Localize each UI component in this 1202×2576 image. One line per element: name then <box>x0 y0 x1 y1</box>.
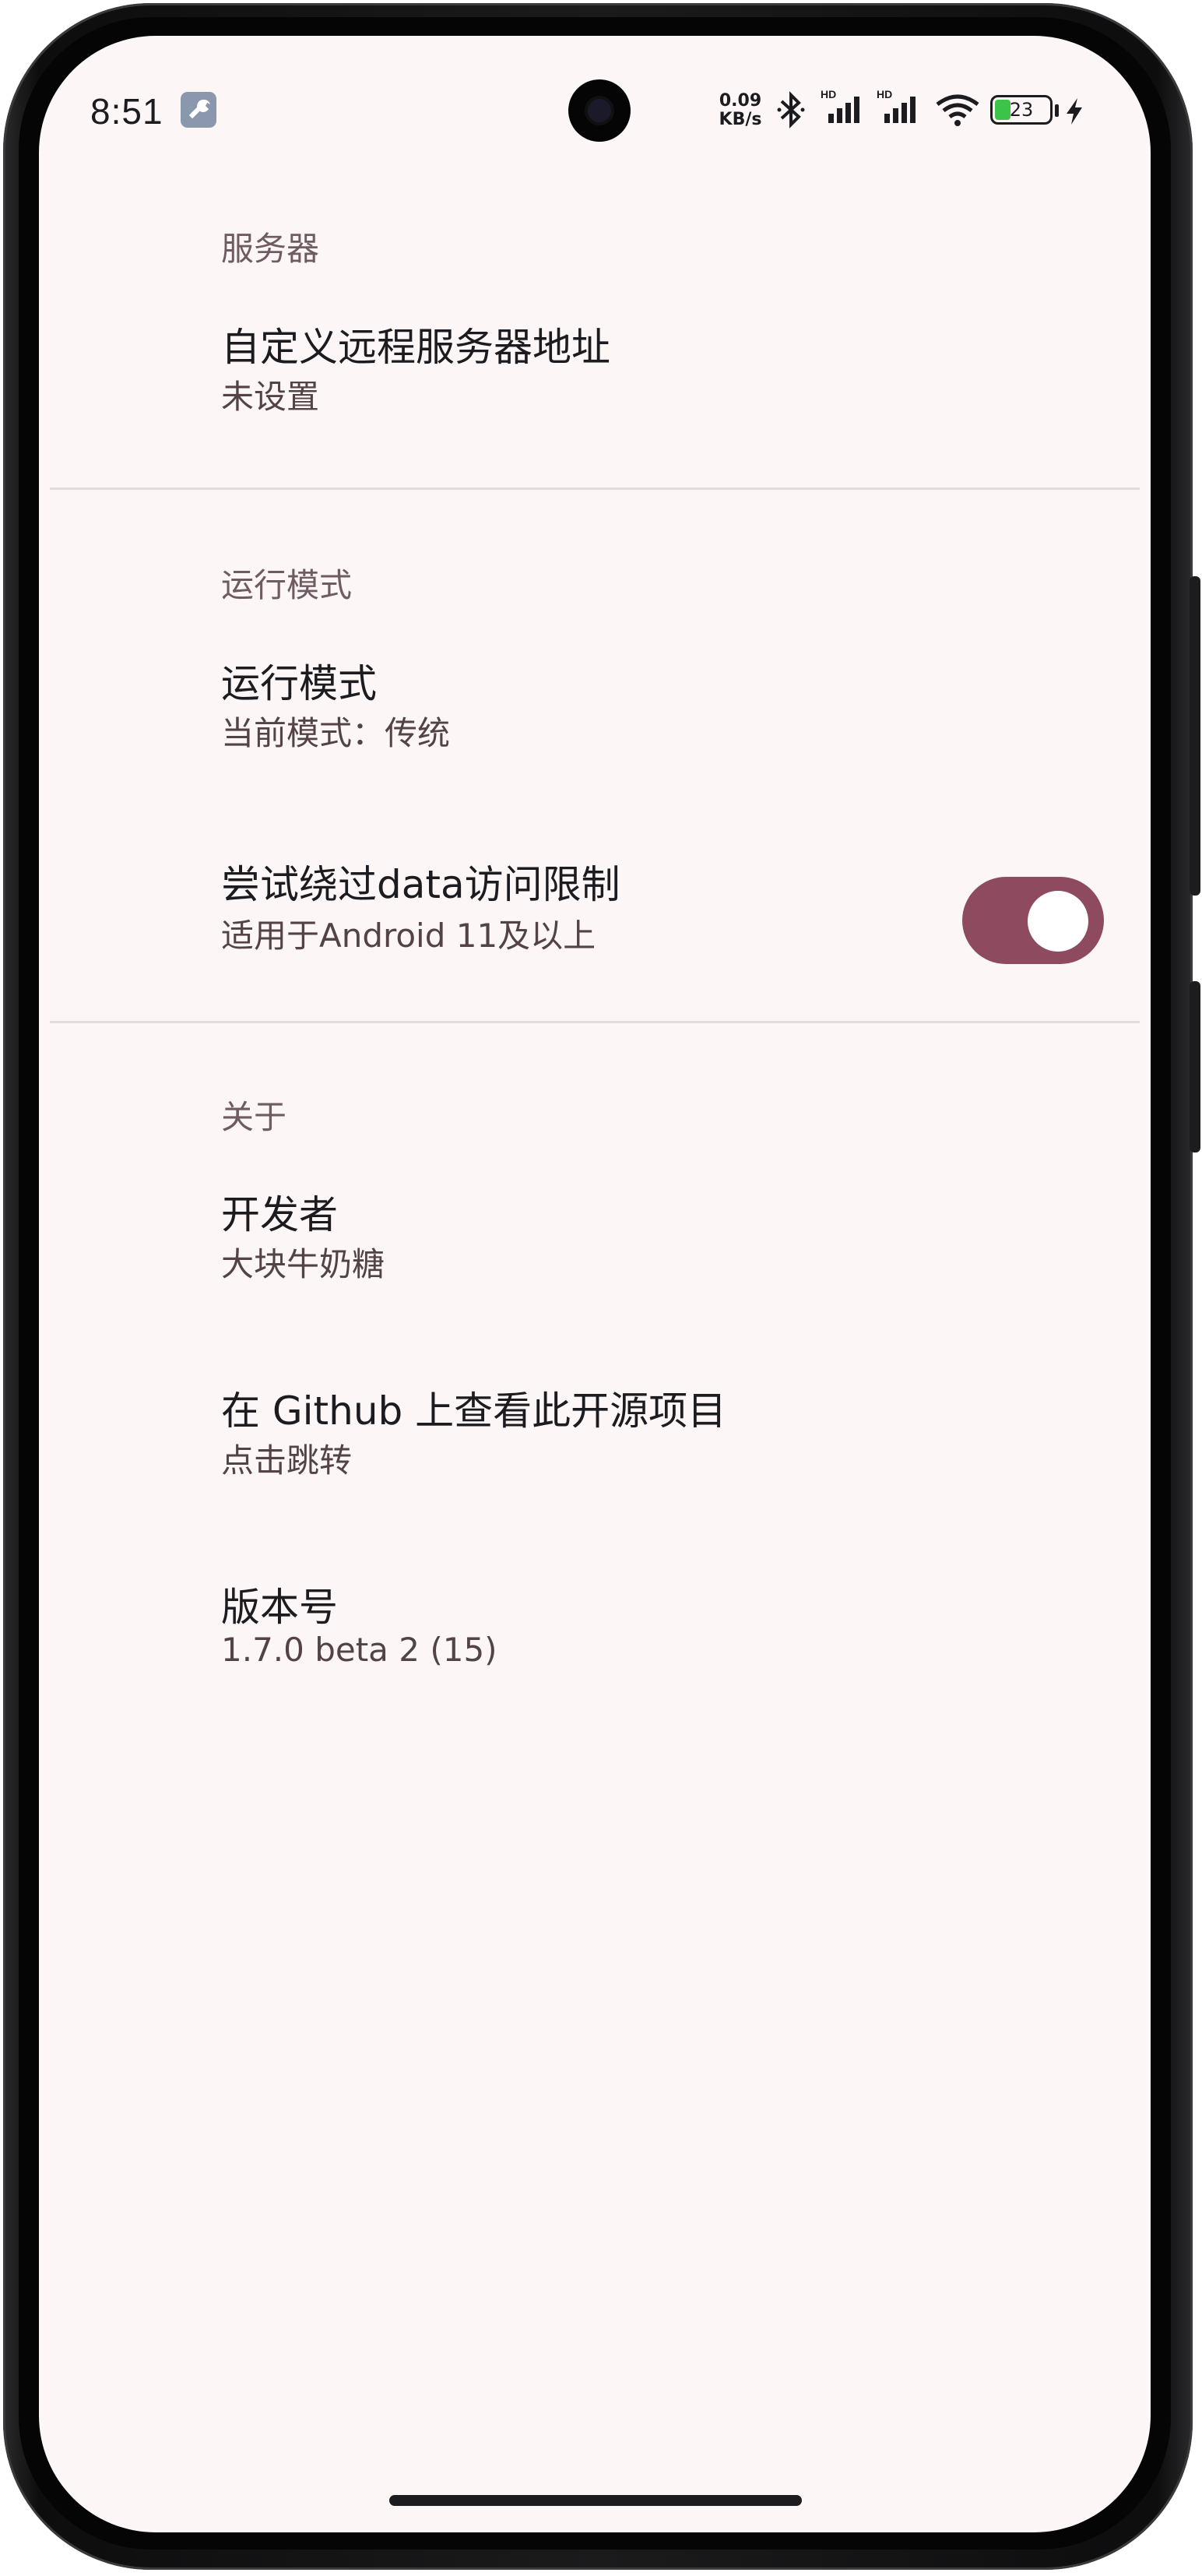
network-speed-unit: KB/s <box>719 110 762 129</box>
setting-item-developer[interactable]: 开发者 大块牛奶糖 <box>39 1184 1151 1308</box>
setting-subtitle: 点击跳转 <box>221 1441 353 1480</box>
section-header-server: 服务器 <box>221 230 320 268</box>
bypass-toggle-switch[interactable] <box>962 877 1104 964</box>
charging-icon <box>1065 98 1084 128</box>
setting-item-run-mode[interactable]: 运行模式 当前模式：传统 <box>39 653 1151 777</box>
wrench-icon <box>181 92 216 128</box>
svg-text:HD: HD <box>877 88 892 100</box>
setting-title: 运行模式 <box>221 661 377 706</box>
screen: 8:51 0.09 KB/s HD HD 23 服务器 自定义远程服务器地址 未… <box>39 36 1151 2532</box>
divider <box>50 487 1140 490</box>
setting-item-github[interactable]: 在 Github 上查看此开源项目 点击跳转 <box>39 1380 1151 1504</box>
battery-level: 23 <box>1009 99 1034 121</box>
setting-title: 开发者 <box>221 1192 338 1237</box>
status-time: 8:51 <box>90 91 163 132</box>
section-header-about: 关于 <box>221 1098 287 1136</box>
wifi-icon <box>934 93 981 131</box>
setting-title: 在 Github 上查看此开源项目 <box>221 1388 727 1434</box>
front-camera <box>568 79 631 142</box>
svg-text:HD: HD <box>821 88 836 100</box>
setting-item-version[interactable]: 版本号 1.7.0 beta 2 (15) <box>39 1576 1151 1701</box>
section-header-run-mode: 运行模式 <box>221 566 353 604</box>
battery-cap <box>1055 104 1059 117</box>
bluetooth-icon <box>775 90 807 132</box>
volume-button <box>1190 576 1200 896</box>
signal-hd-icon-2: HD <box>877 87 926 132</box>
setting-title: 版本号 <box>221 1585 338 1630</box>
setting-title: 尝试绕过data访问限制 <box>221 862 620 907</box>
home-indicator[interactable] <box>389 2495 802 2506</box>
phone-device: 8:51 0.09 KB/s HD HD 23 服务器 自定义远程服务器地址 未… <box>0 0 1202 2576</box>
status-bar: 8:51 0.09 KB/s HD HD 23 <box>39 36 1151 153</box>
network-speed: 0.09 KB/s <box>713 92 768 129</box>
power-button <box>1190 981 1200 1153</box>
battery-icon: 23 <box>990 95 1053 125</box>
divider <box>50 1021 1140 1023</box>
setting-item-remote-server[interactable]: 自定义远程服务器地址 未设置 <box>39 316 1151 441</box>
setting-subtitle: 当前模式：传统 <box>221 714 451 752</box>
setting-subtitle: 未设置 <box>221 378 320 416</box>
toggle-thumb <box>1028 891 1088 952</box>
network-speed-value: 0.09 <box>719 91 762 111</box>
signal-hd-icon: HD <box>821 87 870 132</box>
setting-title: 自定义远程服务器地址 <box>221 325 610 370</box>
setting-subtitle: 1.7.0 beta 2 (15) <box>221 1631 497 1669</box>
setting-subtitle: 适用于Android 11及以上 <box>221 917 596 955</box>
setting-subtitle: 大块牛奶糖 <box>221 1245 385 1283</box>
